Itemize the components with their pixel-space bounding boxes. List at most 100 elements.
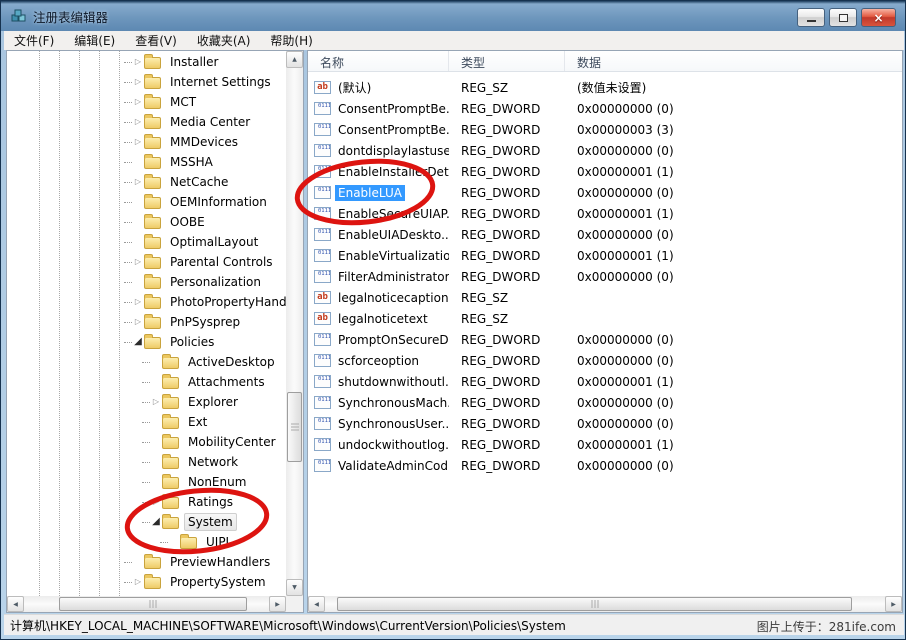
- tree-item-Attachments[interactable]: Attachments: [7, 372, 286, 392]
- tree-item-label[interactable]: PnPSysprep: [166, 313, 244, 331]
- tree-item-NetCache[interactable]: ▷ NetCache: [7, 172, 286, 192]
- value-name-cell[interactable]: 011110 EnableLUA: [308, 185, 449, 201]
- expand-icon[interactable]: ◢: [132, 336, 144, 348]
- tree-item-label[interactable]: MMDevices: [166, 133, 242, 151]
- column-header-name[interactable]: 名称: [308, 51, 449, 71]
- tree-item-label[interactable]: PropertySystem: [166, 573, 270, 591]
- tree-item-label[interactable]: ActiveDesktop: [184, 353, 279, 371]
- registry-value-row-EnableUIADeskto...[interactable]: 011110 EnableUIADeskto... REG_DWORD 0x00…: [308, 224, 902, 245]
- registry-value-row-FilterAdministrator...[interactable]: 011110 FilterAdministrator... REG_DWORD …: [308, 266, 902, 287]
- tree-item-Internet Settings[interactable]: ▷ Internet Settings: [7, 72, 286, 92]
- tree-item-Network[interactable]: Network: [7, 452, 286, 472]
- tree-item-NonEnum[interactable]: NonEnum: [7, 472, 286, 492]
- tree-item-label[interactable]: Media Center: [166, 113, 254, 131]
- registry-value-row-PromptOnSecureD...[interactable]: 011110 PromptOnSecureD... REG_DWORD 0x00…: [308, 329, 902, 350]
- scroll-up-button[interactable]: ▲: [286, 51, 303, 68]
- tree-item-PnPSysprep[interactable]: ▷ PnPSysprep: [7, 312, 286, 332]
- value-name-cell[interactable]: 011110 FilterAdministrator...: [308, 269, 449, 285]
- list-horizontal-scrollbar[interactable]: ◀ ▶: [308, 596, 902, 612]
- minimize-button[interactable]: [797, 8, 825, 27]
- tree-item-label[interactable]: OOBE: [166, 213, 209, 231]
- tree-item-PhotoPropertyHand[interactable]: ▷ PhotoPropertyHand: [7, 292, 286, 312]
- tree-item-label[interactable]: Internet Settings: [166, 73, 275, 91]
- expand-icon[interactable]: ▷: [132, 176, 144, 188]
- value-name-cell[interactable]: 011110 ConsentPromptBe...: [308, 122, 449, 138]
- value-name-cell[interactable]: ab legalnoticecaption: [308, 290, 449, 306]
- registry-value-row-dontdisplaylastuse...[interactable]: 011110 dontdisplaylastuse... REG_DWORD 0…: [308, 140, 902, 161]
- menu-item-4[interactable]: 帮助(H): [260, 31, 322, 50]
- value-name[interactable]: ConsentPromptBe...: [335, 122, 449, 138]
- tree-horizontal-scrollbar[interactable]: ◀ ▶: [7, 596, 286, 612]
- registry-value-row-undockwithoutlog...[interactable]: 011110 undockwithoutlog... REG_DWORD 0x0…: [308, 434, 902, 455]
- tree-item-label[interactable]: System: [184, 513, 237, 531]
- tree-item-label[interactable]: Network: [184, 453, 242, 471]
- tree-item-label[interactable]: MSSHA: [166, 153, 217, 171]
- tree-item-label[interactable]: Personalization: [166, 273, 265, 291]
- tree-item-OEMInformation[interactable]: OEMInformation: [7, 192, 286, 212]
- expand-icon[interactable]: ▷: [132, 256, 144, 268]
- tree-item-OOBE[interactable]: OOBE: [7, 212, 286, 232]
- expand-icon[interactable]: ▷: [132, 136, 144, 148]
- value-name[interactable]: EnableUIADeskto...: [335, 227, 449, 243]
- tree-item-MMDevices[interactable]: ▷ MMDevices: [7, 132, 286, 152]
- value-name[interactable]: PromptOnSecureD...: [335, 332, 449, 348]
- expand-icon[interactable]: ◢: [150, 516, 162, 528]
- scroll-right-button[interactable]: ▶: [269, 596, 286, 612]
- scroll-left-button[interactable]: ◀: [7, 596, 24, 612]
- value-name[interactable]: ConsentPromptBe...: [335, 101, 449, 117]
- tree-item-label[interactable]: Installer: [166, 53, 222, 71]
- value-name[interactable]: SynchronousUser...: [335, 416, 449, 432]
- menu-item-2[interactable]: 查看(V): [125, 31, 187, 50]
- value-name-cell[interactable]: 011110 EnableSecureUIAP...: [308, 206, 449, 222]
- tree-item-label[interactable]: Attachments: [184, 373, 269, 391]
- value-name[interactable]: scforceoption: [335, 353, 422, 369]
- value-name-cell[interactable]: 011110 PromptOnSecureD...: [308, 332, 449, 348]
- tree-item-MSSHA[interactable]: MSSHA: [7, 152, 286, 172]
- value-name-cell[interactable]: ab (默认): [308, 78, 449, 97]
- tree-item-label[interactable]: Parental Controls: [166, 253, 277, 271]
- tree-item-System[interactable]: ◢ System: [7, 512, 286, 532]
- value-name-cell[interactable]: 011110 ValidateAdminCod...: [308, 458, 449, 474]
- value-name-cell[interactable]: 011110 EnableVirtualization: [308, 248, 449, 264]
- close-button[interactable]: ×: [861, 8, 896, 27]
- value-name-cell[interactable]: 011110 undockwithoutlog...: [308, 437, 449, 453]
- expand-icon[interactable]: ▷: [132, 296, 144, 308]
- value-name[interactable]: legalnoticecaption: [335, 290, 449, 306]
- list-hscroll-thumb[interactable]: [337, 597, 852, 611]
- value-name-cell[interactable]: ab legalnoticetext: [308, 311, 449, 327]
- menu-item-1[interactable]: 编辑(E): [64, 31, 125, 50]
- expand-icon[interactable]: ▷: [132, 116, 144, 128]
- tree-hscroll-thumb[interactable]: [59, 597, 247, 611]
- registry-value-row-(默认)[interactable]: ab (默认) REG_SZ (数值未设置): [308, 77, 902, 98]
- registry-value-row-EnableLUA[interactable]: 011110 EnableLUA REG_DWORD 0x00000000 (0…: [308, 182, 902, 203]
- tree-item-UIPI[interactable]: UIPI: [7, 532, 286, 552]
- registry-value-row-ConsentPromptBe...[interactable]: 011110 ConsentPromptBe... REG_DWORD 0x00…: [308, 119, 902, 140]
- tree-item-Ratings[interactable]: ▷ Ratings: [7, 492, 286, 512]
- tree-item-label[interactable]: NetCache: [166, 173, 232, 191]
- value-name[interactable]: EnableVirtualization: [335, 248, 449, 264]
- tree-item-label[interactable]: OptimalLayout: [166, 233, 262, 251]
- registry-value-row-SynchronousMach...[interactable]: 011110 SynchronousMach... REG_DWORD 0x00…: [308, 392, 902, 413]
- value-name[interactable]: dontdisplaylastuse...: [335, 143, 449, 159]
- tree-item-PropertySystem[interactable]: ▷ PropertySystem: [7, 572, 286, 592]
- registry-value-row-SynchronousUser...[interactable]: 011110 SynchronousUser... REG_DWORD 0x00…: [308, 413, 902, 434]
- expand-icon[interactable]: ▷: [132, 316, 144, 328]
- value-name-cell[interactable]: 011110 ConsentPromptBe...: [308, 101, 449, 117]
- tree-item-label[interactable]: Policies: [166, 333, 218, 351]
- value-name[interactable]: ValidateAdminCod...: [335, 458, 449, 474]
- maximize-button[interactable]: [829, 8, 857, 27]
- tree-item-Ext[interactable]: Ext: [7, 412, 286, 432]
- registry-value-row-ValidateAdminCod...[interactable]: 011110 ValidateAdminCod... REG_DWORD 0x0…: [308, 455, 902, 476]
- tree-item-label[interactable]: MobilityCenter: [184, 433, 280, 451]
- registry-value-row-shutdownwithoutl...[interactable]: 011110 shutdownwithoutl... REG_DWORD 0x0…: [308, 371, 902, 392]
- tree-item-Policies[interactable]: ◢ Policies: [7, 332, 286, 352]
- expand-icon[interactable]: ▷: [132, 56, 144, 68]
- value-name[interactable]: FilterAdministrator...: [335, 269, 449, 285]
- value-name[interactable]: (默认): [335, 78, 374, 97]
- value-name-cell[interactable]: 011110 EnableInstallerDet...: [308, 164, 449, 180]
- tree-item-Installer[interactable]: ▷ Installer: [7, 52, 286, 72]
- expand-icon[interactable]: ▷: [150, 496, 162, 508]
- registry-value-row-legalnoticecaption[interactable]: ab legalnoticecaption REG_SZ: [308, 287, 902, 308]
- value-name[interactable]: EnableSecureUIAP...: [335, 206, 449, 222]
- menu-item-0[interactable]: 文件(F): [4, 31, 64, 50]
